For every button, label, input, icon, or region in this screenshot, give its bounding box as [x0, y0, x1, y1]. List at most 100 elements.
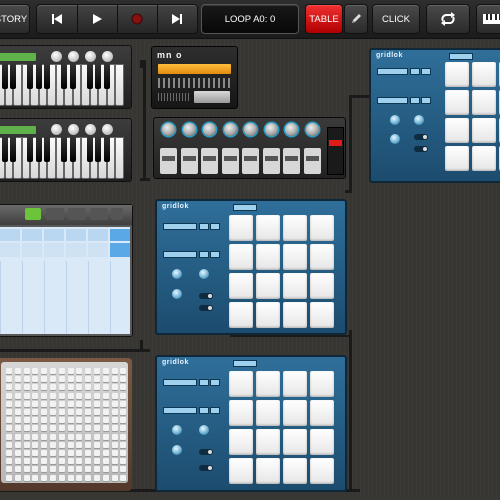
grid-button[interactable]	[32, 400, 39, 407]
drum-pad[interactable]	[256, 302, 280, 328]
grid-button[interactable]	[76, 400, 83, 407]
grid-button[interactable]	[76, 441, 83, 448]
gridlok-knob[interactable]	[390, 134, 400, 144]
skip-back-button[interactable]	[37, 5, 78, 33]
grid-button[interactable]	[94, 392, 100, 399]
grid-button[interactable]	[32, 368, 39, 374]
grid-button[interactable]	[23, 409, 30, 415]
grid-button[interactable]	[102, 466, 109, 473]
grid-button[interactable]	[94, 450, 100, 456]
grid-button[interactable]	[14, 466, 21, 473]
grid-button[interactable]	[14, 458, 21, 465]
keyboard-knob[interactable]	[68, 124, 79, 135]
grid-button[interactable]	[85, 409, 92, 415]
grid-button[interactable]	[76, 450, 83, 456]
grid-button[interactable]	[111, 458, 118, 465]
grid-button[interactable]	[58, 466, 65, 473]
record-button[interactable]	[117, 5, 158, 33]
grid-button[interactable]	[94, 433, 100, 440]
grid-button[interactable]	[32, 474, 39, 481]
grid-button[interactable]	[14, 384, 21, 391]
gridlok-select[interactable]	[377, 97, 408, 104]
mixer-fader[interactable]	[262, 148, 280, 174]
grid-button[interactable]	[85, 368, 92, 374]
grid-button[interactable]	[23, 474, 30, 481]
gridlok-small-button[interactable]	[410, 68, 420, 75]
grid-button[interactable]	[67, 417, 74, 424]
mixer[interactable]	[153, 117, 346, 179]
drum-pad[interactable]	[310, 371, 334, 397]
grid-button[interactable]	[23, 450, 30, 456]
mixer-knob[interactable]	[264, 123, 278, 136]
grid-button[interactable]	[76, 384, 83, 391]
grid-button[interactable]	[23, 417, 30, 424]
piano-keys[interactable]	[0, 137, 128, 180]
grid-button[interactable]	[102, 384, 109, 391]
grid-button[interactable]	[94, 417, 100, 424]
drum-pad[interactable]	[310, 273, 334, 299]
black-key[interactable]	[10, 137, 16, 162]
drum-pad[interactable]	[472, 62, 496, 87]
grid-button[interactable]	[14, 474, 21, 481]
grid-button[interactable]	[120, 425, 127, 432]
grid-button[interactable]	[85, 474, 92, 481]
gridlok-select[interactable]	[163, 379, 197, 386]
grid-button[interactable]	[41, 466, 48, 473]
grid-button[interactable]	[58, 450, 65, 456]
history-button[interactable]: STORY	[0, 4, 30, 34]
grid-button[interactable]	[58, 376, 65, 383]
fader-cap[interactable]	[244, 156, 257, 161]
drum-pad[interactable]	[283, 458, 307, 484]
grid-button[interactable]	[6, 400, 12, 407]
mixer-knob[interactable]	[244, 123, 257, 136]
gridlok-toggle[interactable]	[199, 465, 213, 471]
keyboard-knob[interactable]	[51, 124, 62, 135]
gridlok-small-button[interactable]	[210, 251, 220, 258]
grid-button[interactable]	[32, 376, 39, 383]
fader-cap[interactable]	[305, 156, 319, 161]
grid-button[interactable]	[94, 384, 100, 391]
grid-button[interactable]	[111, 384, 118, 391]
grid-button[interactable]	[94, 425, 100, 432]
table-tab-active[interactable]	[25, 208, 41, 220]
grid-button[interactable]	[23, 441, 30, 448]
grid-button[interactable]	[120, 474, 127, 481]
grid-button[interactable]	[76, 368, 83, 374]
grid-button[interactable]	[6, 417, 12, 424]
mixer-fader[interactable]	[180, 148, 198, 174]
grid-button[interactable]	[6, 409, 12, 415]
grid-button[interactable]	[58, 441, 65, 448]
grid-button[interactable]	[111, 474, 118, 481]
table-body[interactable]	[0, 227, 130, 334]
grid-button[interactable]	[41, 392, 48, 399]
gridlok-small-button[interactable]	[410, 97, 420, 104]
gridlok-small-button[interactable]	[199, 379, 209, 386]
grid-button[interactable]	[6, 466, 12, 473]
keyboard-knob[interactable]	[51, 51, 62, 62]
grid-button[interactable]	[32, 417, 39, 424]
grid-button[interactable]	[14, 441, 21, 448]
table-button[interactable]: TABLE	[305, 4, 343, 34]
drum-pad[interactable]	[283, 273, 307, 299]
grid-button[interactable]	[58, 474, 65, 481]
gridlok-small-button[interactable]	[210, 379, 220, 386]
grid-button[interactable]	[32, 425, 39, 432]
drum-pad[interactable]	[229, 400, 253, 426]
grid-button[interactable]	[6, 392, 12, 399]
table-cell[interactable]	[22, 229, 42, 241]
grid-button[interactable]	[111, 417, 118, 424]
grid-button[interactable]	[85, 392, 92, 399]
grid-button[interactable]	[111, 441, 118, 448]
grid-button[interactable]	[76, 466, 83, 473]
grid-button[interactable]	[41, 409, 48, 415]
drum-pad[interactable]	[283, 244, 307, 270]
grid-button[interactable]	[58, 433, 65, 440]
grid-button[interactable]	[41, 376, 48, 383]
grid-button[interactable]	[50, 466, 56, 473]
grid-button[interactable]	[50, 441, 56, 448]
grid-button[interactable]	[6, 384, 12, 391]
grid-button[interactable]	[85, 458, 92, 465]
grid-button[interactable]	[94, 409, 100, 415]
grid-button[interactable]	[58, 417, 65, 424]
grid-button[interactable]	[41, 417, 48, 424]
